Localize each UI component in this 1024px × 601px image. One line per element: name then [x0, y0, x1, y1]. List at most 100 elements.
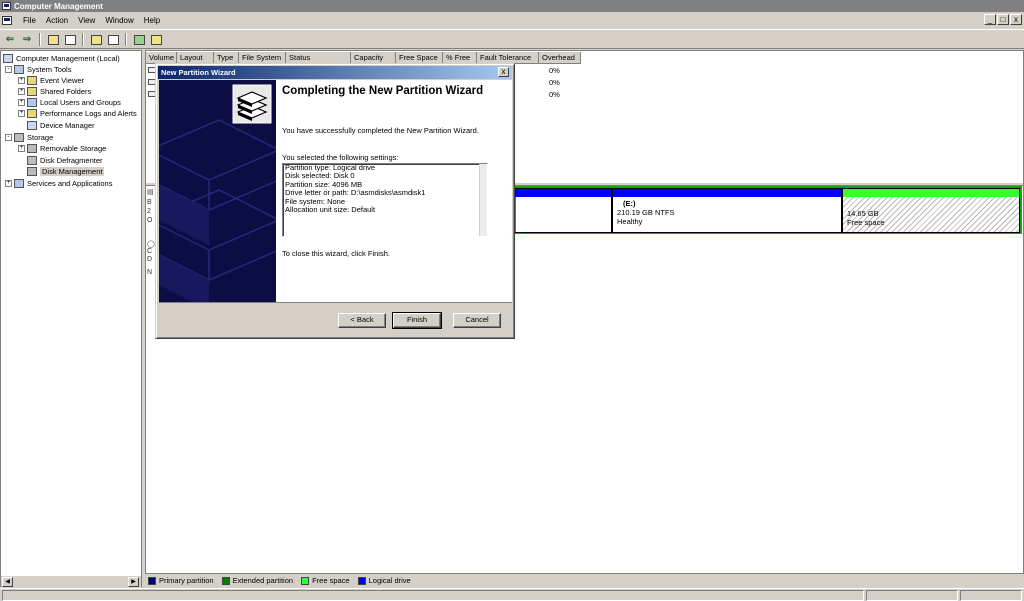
overhead-value: 0% — [549, 90, 560, 99]
toolbar-separator — [125, 33, 127, 46]
dialog-title-bar[interactable]: New Partition Wizard x — [158, 66, 512, 79]
tree-item-label: Local Users and Groups — [40, 98, 121, 107]
disk-management-icon — [27, 167, 37, 176]
tree-item-disk-management[interactable]: Disk Management — [27, 166, 105, 177]
minimize-button[interactable]: _ — [984, 14, 996, 25]
show-hide-tree-button[interactable] — [63, 33, 77, 46]
tree-item-label: Device Manager — [40, 121, 95, 130]
tree-item-label: Shared Folders — [40, 87, 92, 96]
properties-button[interactable] — [89, 33, 103, 46]
tree-item-removable-storage[interactable]: + Removable Storage — [18, 143, 106, 154]
removable-storage-icon — [27, 144, 37, 153]
legend-label: Primary partition — [159, 576, 214, 585]
settings-button[interactable] — [149, 33, 163, 46]
logical-drive-bar — [613, 189, 841, 197]
expand-icon[interactable]: + — [18, 88, 25, 95]
toolbar: ⇐ ⇒ — [0, 31, 1024, 49]
dialog-close-button[interactable]: x — [498, 67, 509, 77]
free-space-bar — [843, 189, 1019, 197]
wizard-banner-art — [159, 80, 276, 302]
partition-e-name: (E:) — [623, 199, 636, 208]
scroll-left-icon[interactable]: ◀ — [2, 577, 13, 587]
legend-swatch — [357, 576, 366, 585]
partition-hidden-by-dialog[interactable] — [514, 188, 612, 233]
collapse-icon[interactable]: - — [5, 134, 12, 141]
tree-item-label: System Tools — [27, 65, 72, 74]
cancel-button[interactable]: Cancel — [453, 313, 501, 328]
tree-item-local-users[interactable]: + Local Users and Groups — [18, 97, 121, 108]
up-one-level-button[interactable] — [46, 33, 60, 46]
wizard-heading: Completing the New Partition Wizard — [282, 85, 484, 97]
back-button[interactable]: < Back — [338, 313, 386, 328]
tree-item-label: Performance Logs and Alerts — [40, 109, 137, 118]
help-button[interactable] — [132, 33, 146, 46]
restore-button[interactable]: □ — [997, 14, 1009, 25]
settings-label: You selected the following settings: — [282, 153, 399, 162]
menu-help[interactable]: Help — [139, 16, 165, 25]
partition-e[interactable]: (E:) 210.19 GB NTFS Healthy — [612, 188, 842, 233]
forward-arrow-icon[interactable]: ⇒ — [20, 33, 34, 46]
wizard-banner — [159, 80, 276, 302]
status-bar — [0, 588, 1024, 601]
close-button[interactable]: x — [1010, 14, 1022, 25]
tree-item-system-tools[interactable]: - System Tools — [5, 64, 71, 75]
scroll-right-icon[interactable]: ▶ — [128, 577, 139, 587]
services-icon — [14, 179, 24, 188]
refresh-button[interactable] — [106, 33, 120, 46]
tree-item-services-applications[interactable]: + Services and Applications — [5, 178, 112, 189]
mmc-document-icon[interactable] — [2, 16, 12, 25]
window-title: Computer Management — [14, 1, 103, 11]
legend-label: Extended partition — [232, 576, 294, 585]
toolbar-separator — [39, 33, 41, 46]
finish-button[interactable]: Finish — [392, 312, 442, 329]
window-title-bar: Computer Management — [0, 0, 1024, 12]
toolbar-separator — [82, 33, 84, 46]
tree-item-storage[interactable]: - Storage — [5, 132, 53, 143]
refresh-icon — [107, 34, 119, 45]
expand-icon[interactable]: + — [18, 77, 25, 84]
logical-drive-bar — [515, 189, 611, 197]
menu-action[interactable]: Action — [41, 16, 73, 25]
expand-icon[interactable]: + — [5, 180, 12, 187]
tree-item-label: Disk Management — [40, 167, 105, 176]
tree-item-device-manager[interactable]: Device Manager — [27, 120, 95, 131]
help-icon — [133, 34, 145, 45]
settings-summary-box[interactable]: Partition type: Logical drive Disk selec… — [282, 163, 488, 237]
computer-management-icon — [2, 2, 11, 10]
tree-item-computer-management[interactable]: Computer Management (Local) — [3, 53, 120, 64]
expand-icon[interactable]: + — [18, 145, 25, 152]
tree-item-label: Storage — [27, 133, 54, 142]
tree-item-disk-defragmenter[interactable]: Disk Defragmenter — [27, 155, 103, 166]
menu-window[interactable]: Window — [100, 16, 138, 25]
collapse-icon[interactable]: - — [5, 66, 12, 73]
free-space-region[interactable]: 14.65 GB Free space — [842, 188, 1020, 233]
menu-file[interactable]: File — [18, 16, 41, 25]
tree-item-event-viewer[interactable]: + Event Viewer — [18, 75, 84, 86]
legend-swatch — [148, 576, 156, 585]
expand-icon[interactable]: + — [18, 110, 25, 117]
partition-e-status: Healthy — [617, 217, 643, 226]
settings-scrollbar[interactable] — [479, 164, 487, 236]
folder-up-icon — [47, 34, 59, 45]
system-tools-icon — [14, 65, 24, 74]
tree-item-shared-folders[interactable]: + Shared Folders — [18, 86, 91, 97]
partition-e-size: 210.19 GB NTFS — [617, 208, 675, 217]
status-cell — [960, 590, 1022, 601]
shared-folder-icon — [27, 87, 37, 96]
close-instruction: To close this wizard, click Finish. — [282, 249, 390, 258]
back-arrow-icon[interactable]: ⇐ — [3, 33, 17, 46]
tree-item-label: Disk Defragmenter — [40, 156, 103, 165]
storage-icon — [14, 133, 24, 142]
legend-logical: Logical drive — [357, 576, 411, 585]
tree-horizontal-scrollbar[interactable]: ◀ ▶ — [1, 575, 141, 587]
computer-icon — [3, 54, 13, 63]
tree-item-label: Removable Storage — [40, 144, 107, 153]
properties-icon — [90, 34, 102, 45]
menu-view[interactable]: View — [73, 16, 100, 25]
dialog-body: Completing the New Partition Wizard You … — [159, 80, 512, 303]
tree-item-performance-logs[interactable]: + Performance Logs and Alerts — [18, 108, 137, 119]
overhead-value: 0% — [549, 78, 560, 87]
expand-icon[interactable]: + — [18, 99, 25, 106]
column-overhead[interactable]: Overhead — [539, 52, 581, 64]
users-icon — [27, 98, 37, 107]
